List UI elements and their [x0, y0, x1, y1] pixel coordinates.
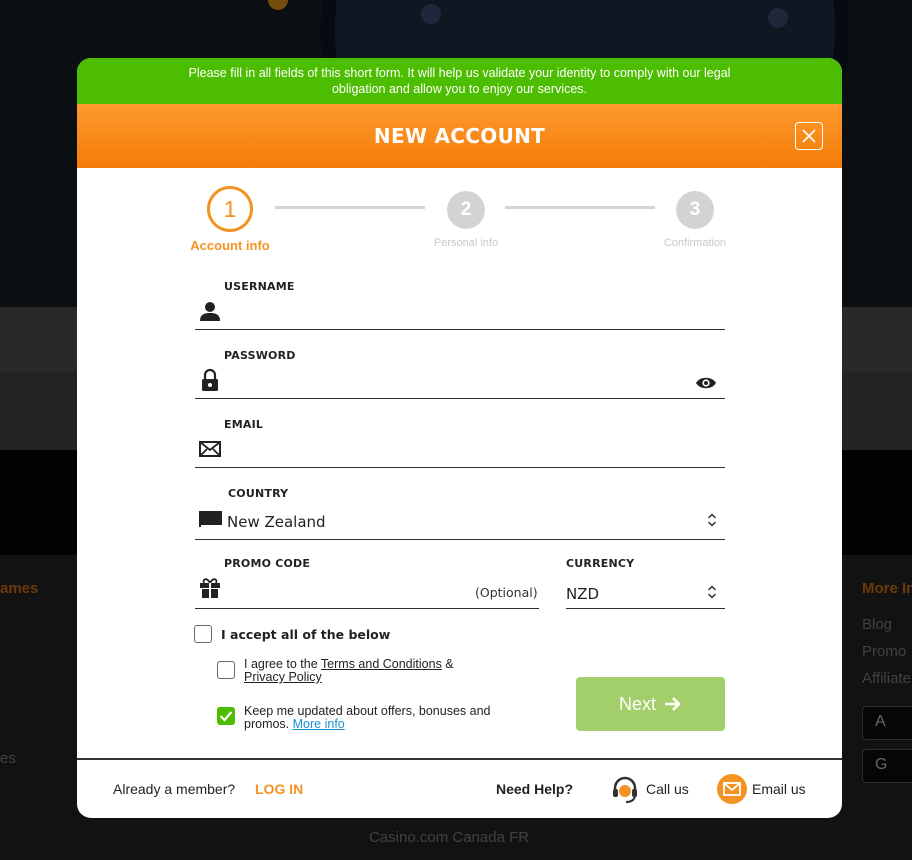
registration-modal: Please fill in all fields of this short …: [77, 58, 842, 818]
call-us-link[interactable]: Call us: [646, 781, 689, 797]
step-connector: [505, 206, 655, 209]
country-value: New Zealand: [227, 513, 326, 531]
email-field[interactable]: [195, 434, 725, 468]
member-text: Already a member?: [113, 781, 236, 797]
email-input[interactable]: [227, 438, 717, 464]
accept-all-checkbox[interactable]: [194, 625, 212, 643]
terms-ampersand: &: [441, 657, 454, 671]
modal-header: NEW ACCOUNT: [77, 104, 842, 168]
country-select[interactable]: New Zealand: [195, 503, 725, 540]
promo-optional-hint: (Optional): [475, 585, 538, 600]
flag-icon: [199, 511, 222, 527]
email-us-link[interactable]: Email us: [752, 781, 806, 797]
promo-code-field[interactable]: (Optional): [195, 573, 539, 609]
updates-checkbox[interactable]: [217, 707, 235, 725]
step-label: Account info: [190, 238, 270, 253]
need-help-text: Need Help?: [496, 781, 574, 797]
mail-icon: [723, 782, 741, 796]
currency-value: NZD: [566, 585, 600, 603]
chevron-updown-icon: [707, 585, 717, 599]
currency-label: CURRENCY: [566, 557, 635, 570]
step-connector: [275, 206, 425, 209]
step-account-info: 1 Account info: [180, 186, 280, 253]
username-label: USERNAME: [224, 280, 295, 293]
username-input[interactable]: [227, 300, 717, 326]
step-label: Personal info: [433, 237, 499, 249]
arrow-right-icon: [665, 697, 681, 711]
envelope-icon: [199, 441, 221, 457]
country-label: COUNTRY: [228, 487, 289, 500]
notice-text: Please fill in all fields of this short …: [188, 66, 731, 96]
next-button[interactable]: Next: [576, 677, 725, 731]
login-link[interactable]: LOG IN: [255, 781, 303, 797]
step-number: 1: [207, 186, 253, 232]
username-field[interactable]: [195, 296, 725, 330]
updates-text: Keep me updated about offers, bonuses an…: [244, 705, 519, 731]
terms-checkbox[interactable]: [217, 661, 235, 679]
currency-select[interactable]: NZD: [566, 573, 725, 609]
eye-icon[interactable]: [695, 376, 717, 390]
check-icon: [219, 711, 233, 722]
chevron-updown-icon: [707, 513, 717, 527]
user-icon: [200, 302, 220, 321]
terms-prefix: I agree to the: [244, 657, 321, 671]
password-input[interactable]: [227, 369, 687, 395]
modal-title: NEW ACCOUNT: [373, 124, 546, 148]
notice-banner: Please fill in all fields of this short …: [77, 58, 842, 104]
step-number: 3: [676, 191, 714, 229]
step-number: 2: [447, 191, 485, 229]
footer-divider: [77, 758, 842, 760]
email-us-icon-wrap[interactable]: [717, 774, 747, 804]
call-us-icon-wrap[interactable]: [610, 774, 640, 804]
updates-label: Keep me updated about offers, bonuses an…: [244, 704, 491, 731]
step-confirmation: 3 Confirmation: [645, 191, 745, 249]
headset-icon: [613, 776, 637, 803]
more-info-link[interactable]: More info: [293, 717, 345, 731]
step-personal-info: 2 Personal info: [416, 191, 516, 249]
privacy-policy-link[interactable]: Privacy Policy: [244, 670, 322, 684]
password-field[interactable]: [195, 365, 725, 399]
close-button[interactable]: [795, 122, 823, 150]
next-label: Next: [618, 693, 656, 714]
lock-icon: [202, 368, 218, 391]
terms-text: I agree to the Terms and Conditions & Pr…: [244, 658, 504, 684]
step-label: Confirmation: [663, 237, 727, 249]
promo-code-label: PROMO CODE: [224, 557, 311, 570]
terms-link[interactable]: Terms and Conditions: [321, 657, 442, 671]
password-label: PASSWORD: [224, 349, 296, 362]
close-icon: [802, 129, 816, 143]
promo-code-input[interactable]: [227, 577, 467, 603]
accept-all-label: I accept all of the below: [221, 627, 391, 642]
gift-icon: [200, 578, 220, 598]
email-label: EMAIL: [224, 418, 264, 431]
